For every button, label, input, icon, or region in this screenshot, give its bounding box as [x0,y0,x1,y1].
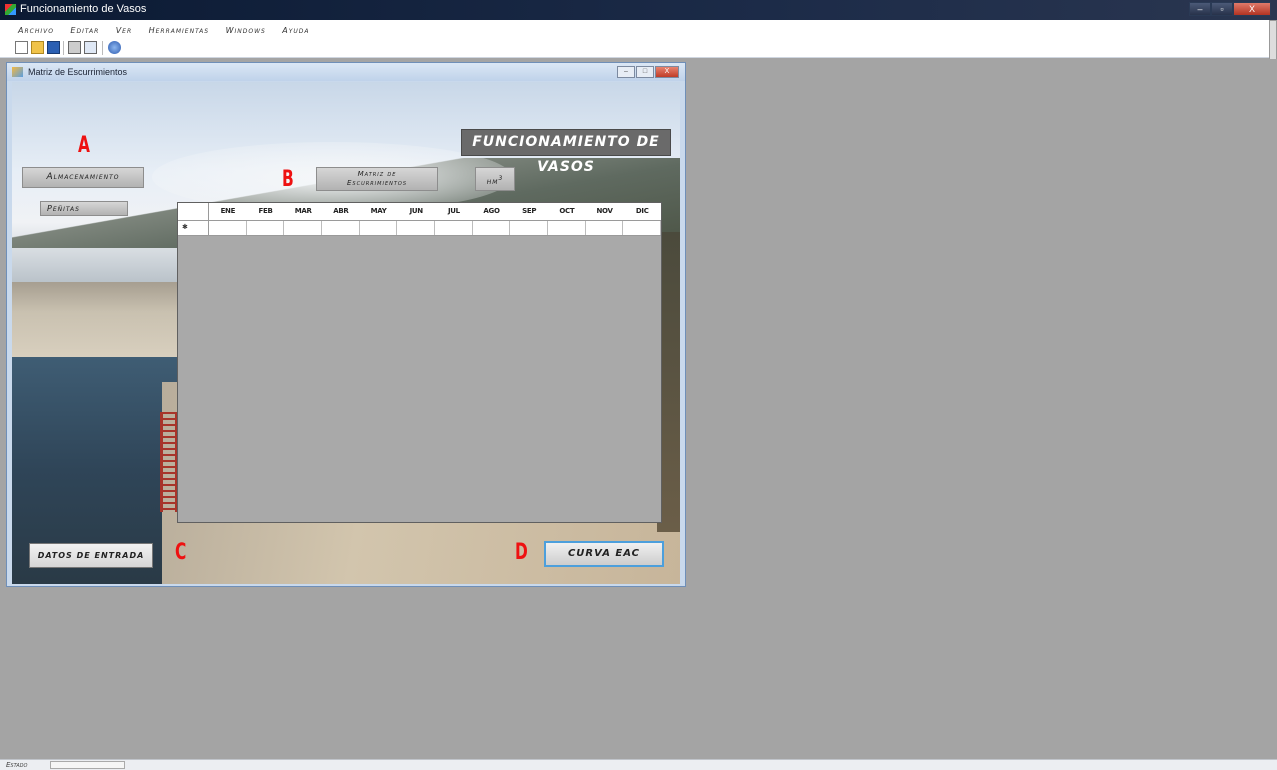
grid-cell[interactable] [247,221,285,235]
col-ene[interactable]: ENE [209,203,247,220]
col-nov[interactable]: NOV [586,203,624,220]
grid-cell[interactable] [586,221,624,235]
grid-corner [178,203,209,220]
child-window-controls: – □ X [617,66,679,78]
curva-eac-button[interactable]: CURVA EAC [544,541,664,567]
menu-archivo[interactable]: Archivo [12,23,60,35]
grid-cell[interactable] [623,221,662,235]
col-feb[interactable]: FEB [247,203,285,220]
col-dic[interactable]: DIC [623,203,661,220]
app-title: Funcionamiento de Vasos [20,3,147,15]
status-label: Estado [6,761,28,769]
dam-background-image: FUNCIONAMIENTO DE VASOS A B C D Almacena… [12,82,680,584]
grid-cell[interactable] [360,221,398,235]
status-panel [50,761,125,769]
grid-cell[interactable] [322,221,360,235]
toolbar-separator [102,41,103,55]
dam-left-shape [12,282,182,357]
new-row-marker-icon: ✱ [178,221,209,235]
menu-herramientas[interactable]: Herramientas [143,23,216,35]
print-preview-icon[interactable] [84,41,97,54]
red-stairs [160,412,178,512]
app-title-bar: Funcionamiento de Vasos – ▫ X [0,0,1277,20]
col-sep[interactable]: SEP [510,203,548,220]
child-close-button[interactable]: X [655,66,679,78]
marker-c: C [175,540,187,565]
child-minimize-button[interactable]: – [617,66,635,78]
grid-cell[interactable] [473,221,511,235]
matriz-window: Matriz de Escurrimientos – □ X FUNCIONAM… [6,62,686,587]
marker-d: D [515,540,528,565]
datos-label: DATOS DE ENTRADA [37,551,145,560]
almacenamiento-label: Almacenamiento [46,172,120,182]
menu-ver[interactable]: Ver [110,23,138,35]
col-mar[interactable]: MAR [284,203,322,220]
status-bar: Estado [0,759,1277,770]
menu-bar: Archivo Editar Ver Herramientas Windows … [0,20,1277,38]
save-icon[interactable] [47,41,60,54]
marker-a: A [78,133,90,158]
app-icon [5,4,16,15]
curva-label: CURVA EAC [567,548,641,559]
penitas-button[interactable]: Peñitas [40,201,128,216]
col-abr[interactable]: ABR [322,203,360,220]
form-icon [12,67,23,77]
almacenamiento-button[interactable]: Almacenamiento [22,167,144,188]
open-folder-icon[interactable] [31,41,44,54]
escurrimientos-grid[interactable]: ENE FEB MAR ABR MAY JUN JUL AGO SEP OCT … [177,202,662,523]
menu-editar[interactable]: Editar [64,23,105,35]
minimize-button[interactable]: – [1189,2,1211,16]
window-controls: – ▫ X [1189,2,1271,16]
print-icon[interactable] [68,41,81,54]
matriz-label-line2: Escurrimientos [346,179,408,187]
matriz-button[interactable]: Matriz de Escurrimientos [316,167,438,191]
child-maximize-button[interactable]: □ [636,66,654,78]
maximize-button[interactable]: ▫ [1211,2,1233,16]
toolbar [0,38,1277,58]
grid-header-row: ENE FEB MAR ABR MAY JUN JUL AGO SEP OCT … [178,203,661,221]
child-title-bar: Matriz de Escurrimientos – □ X [7,63,685,81]
toolbar-separator [63,41,64,55]
grid-cell[interactable] [397,221,436,235]
units-button[interactable]: hm3 [475,167,515,191]
grid-cell[interactable] [209,221,247,235]
new-file-icon[interactable] [15,41,28,54]
grid-cell[interactable] [435,221,473,235]
penitas-label: Peñitas [47,204,80,213]
col-jun[interactable]: JUN [397,203,435,220]
menu-windows[interactable]: Windows [220,23,272,35]
matriz-label-line1: Matriz de [357,170,397,178]
col-oct[interactable]: OCT [548,203,586,220]
child-title: Matriz de Escurrimientos [28,67,128,77]
grid-cell[interactable] [510,221,549,235]
datos-de-entrada-button[interactable]: DATOS DE ENTRADA [29,543,153,568]
col-may[interactable]: MAY [360,203,398,220]
help-icon[interactable] [108,41,121,54]
new-row[interactable]: ✱ [178,221,662,236]
menu-ayuda[interactable]: Ayuda [276,23,315,35]
units-label: hm [486,177,499,187]
marker-b: B [282,167,294,192]
grid-cell[interactable] [284,221,323,235]
close-button[interactable]: X [1233,2,1271,16]
grid-cell[interactable] [548,221,586,235]
col-jul[interactable]: JUL [435,203,473,220]
banner-title: FUNCIONAMIENTO DE VASOS [461,129,671,175]
units-superscript: 3 [498,175,504,182]
col-ago[interactable]: AGO [473,203,511,220]
